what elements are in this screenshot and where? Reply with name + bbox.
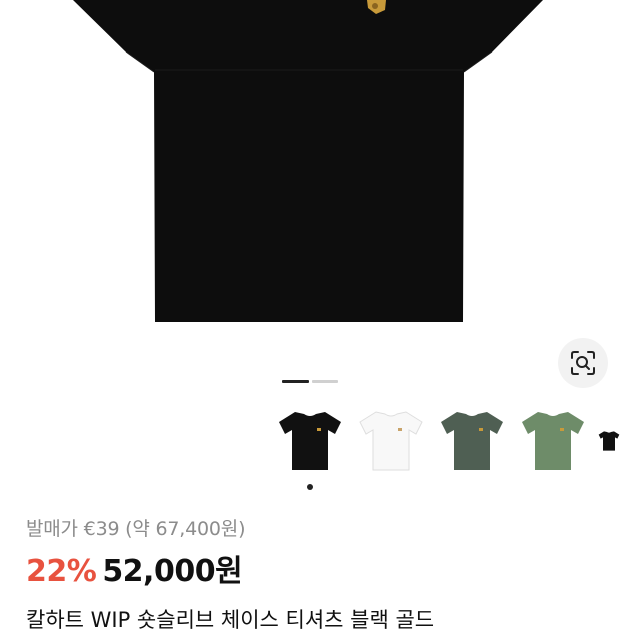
variant-thumb-black-2[interactable]	[598, 402, 620, 480]
tshirt-icon	[522, 412, 584, 470]
tshirt-icon	[598, 431, 620, 451]
variant-thumb-black[interactable]	[274, 402, 346, 480]
tshirt-icon	[441, 412, 503, 470]
sale-price: 52,000원	[102, 554, 243, 589]
tshirt-icon	[359, 411, 423, 471]
sale-price-row: 22% 52,000원	[26, 546, 243, 590]
tshirt-icon	[279, 412, 341, 470]
variant-thumb-dark-green[interactable]	[436, 402, 508, 480]
product-image[interactable]	[0, 0, 620, 345]
carousel-indicator-active	[282, 380, 309, 383]
visual-search-icon	[571, 351, 595, 375]
selected-variant-dot	[307, 484, 313, 490]
original-price: 발매가 €39 (약 67,400원)	[26, 518, 246, 540]
visual-search-button[interactable]	[558, 338, 608, 388]
variant-thumb-white[interactable]	[355, 402, 427, 480]
black-tshirt-image	[73, 0, 543, 322]
variant-thumb-green[interactable]	[517, 402, 589, 480]
product-title: 칼하트 WIP 숏슬리브 체이스 티셔츠 블랙 골드	[26, 608, 435, 632]
discount-rate: 22%	[26, 554, 97, 589]
carousel-indicator	[312, 380, 338, 383]
